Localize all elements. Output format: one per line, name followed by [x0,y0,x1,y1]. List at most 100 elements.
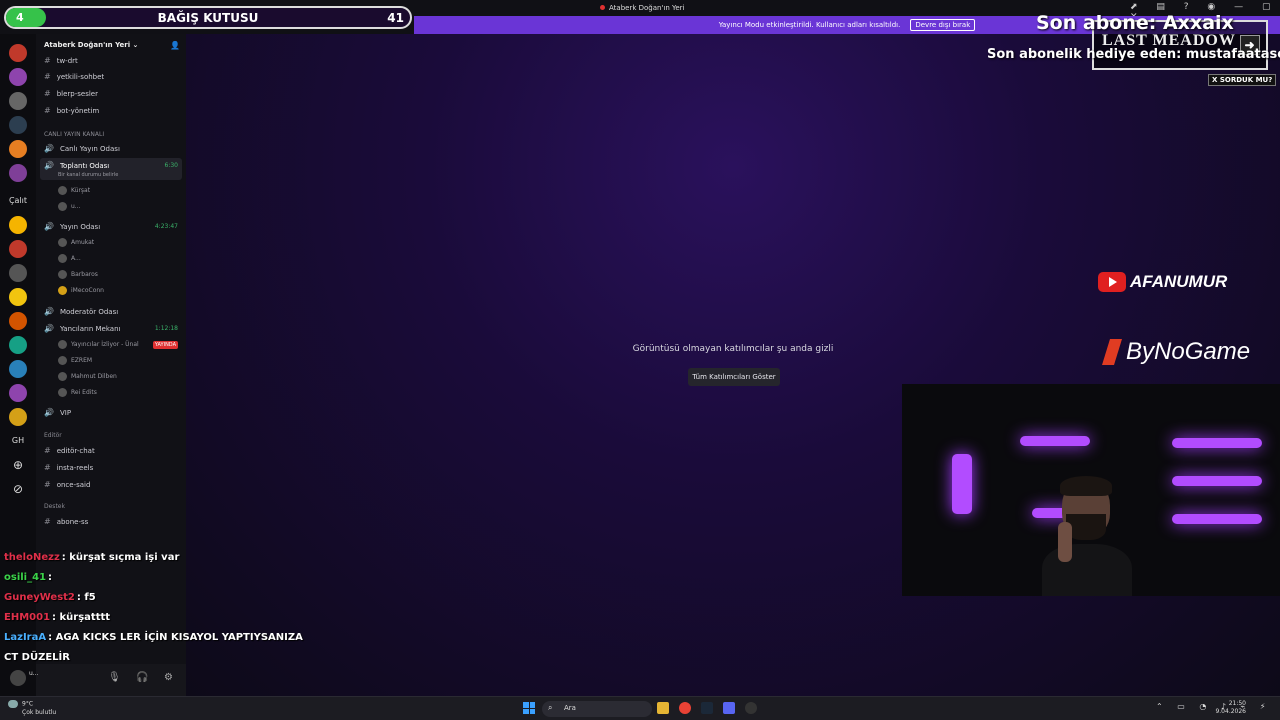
server-icon[interactable] [9,408,27,426]
avatar [58,372,67,381]
mute-mic-icon[interactable]: 🎙 [108,672,121,683]
live-badge: YAYINDA [152,341,178,349]
avatar [58,270,67,279]
voice-canli-yayin[interactable]: 🔊 Canlı Yayın Odası [44,144,120,153]
file-explorer-icon[interactable] [657,702,669,714]
channel-editor-chat[interactable]: # editör-chat [44,446,95,455]
voice-user[interactable]: Rei Edits [58,388,97,397]
voice-user[interactable]: iMecoConn [58,286,104,295]
hidden-participants-message: Görüntüsü olmayan katılımcılar şu anda g… [632,344,834,354]
chat-message: osili_41: [4,568,314,588]
chat-text: : kürşatttt [52,612,111,623]
system-tray[interactable]: ⌃ ▭ ◔ ♪ ⌁ ⚡ [1156,702,1272,711]
channel-abone-ss[interactable]: # abone-ss [44,517,88,526]
start-button[interactable] [523,702,535,714]
voice-user[interactable]: A... [58,254,81,263]
server-icon[interactable] [9,384,27,402]
server-folder-label[interactable]: Çalıt [0,196,36,205]
yancilar-time: 1:12:18 [154,325,178,332]
server-icon[interactable] [9,240,27,258]
neon-light [1172,476,1262,486]
cloud-icon [8,700,18,708]
channel-tw-drt[interactable]: # tw-drt [44,56,78,65]
chrome-icon[interactable] [679,702,691,714]
server-icon[interactable] [9,116,27,134]
taskbar-search[interactable]: ⌕ Ara [542,701,652,717]
chat-text: : AGA KICKS LER İÇİN KISAYOL YAPTIYSANIZ… [4,632,303,663]
voice-yancilar[interactable]: 🔊 Yancıların Mekanı [44,324,120,333]
steam-icon[interactable] [701,702,713,714]
voice-user[interactable]: Mahmut Dilben [58,372,117,381]
channel-once-said[interactable]: # once-said [44,480,90,489]
chat-message: GuneyWest2: f5 [4,588,314,608]
obs-icon[interactable] [745,702,757,714]
voice-user[interactable]: Kürşat [58,186,90,195]
disable-streamer-mode-button[interactable]: Devre dışı bırak [910,19,976,31]
server-header[interactable]: Ataberk Doğan'ın Yeri ⌄ [44,41,138,49]
chat-text: : kürşat sıçma işi var [61,552,180,563]
server-icon[interactable] [9,44,27,62]
bynogame-icon [1102,339,1122,365]
chat-text: : f5 [76,592,96,603]
voice-user[interactable]: u... [58,202,81,211]
category-editor[interactable]: Editör [44,432,62,439]
voice-user[interactable]: Barbaros [58,270,98,279]
user-panel: u... 🎙 🎧 ⚙ [10,664,186,696]
youtube-channel-tag: AFANUMUR [1098,272,1227,292]
voice-vip[interactable]: 🔊 VIP [44,408,71,417]
server-icon[interactable] [9,164,27,182]
voice-yayin[interactable]: 🔊 Yayın Odası [44,222,100,231]
server-icon[interactable] [9,264,27,282]
server-icon[interactable] [9,216,27,234]
voice-toplanti[interactable]: 🔊 Toplantı Odası [44,161,109,170]
last-subscriber: Son abone: Axxaix [1036,12,1234,34]
deafen-icon[interactable]: 🎧 [136,672,148,683]
user-avatar[interactable] [10,670,26,686]
show-all-participants-button[interactable]: Tüm Katılımcıları Göster [688,368,780,386]
category-live[interactable]: CANLI YAYIN KANALI [44,131,104,138]
server-icon[interactable] [9,360,27,378]
chat-username: osili_41 [4,572,47,583]
voice-user[interactable]: EZREM [58,356,92,365]
channel-bot-yonetim[interactable]: # bot-yönetim [44,106,99,115]
toplanti-time: 6:30 [164,162,178,169]
discover-icon[interactable]: ⊘ [0,482,36,496]
voice-user[interactable]: Amukat [58,238,94,247]
avatar [58,340,67,349]
streamer [1042,474,1132,596]
server-icon[interactable] [9,288,27,306]
chat-message: theloNezz: kürşat sıçma işi var [4,548,314,568]
neon-light [952,454,972,514]
server-label-gh[interactable]: GH [0,436,36,445]
chat-overlay: theloNezz: kürşat sıçma işi var osili_41:… [4,548,314,668]
voice-moderator[interactable]: 🔊 Moderatör Odası [44,307,118,316]
chat-message: LazIraA: AGA KICKS LER İÇİN KISAYOL YAPT… [4,628,314,668]
search-icon: ⌕ [548,703,553,712]
chat-username: EHM001 [4,612,51,623]
webcam-feed [902,384,1280,596]
channel-insta-reels[interactable]: # insta-reels [44,463,93,472]
recording-dot-icon [600,5,605,10]
weather-widget[interactable]: 9°C Çok bulutlu [8,700,56,717]
server-icon[interactable] [9,140,27,158]
add-server-icon[interactable]: ⊕ [0,458,36,472]
server-icon[interactable] [9,92,27,110]
chat-message: EHM001: kürşatttt [4,608,314,628]
discord-icon[interactable] [723,702,735,714]
voice-user[interactable]: Yayıncılar İzliyor - Ünal [58,340,139,349]
channel-blerp-sesler[interactable]: # blerp-sesler [44,89,98,98]
clock[interactable]: 21:50 9.04.2026 [1215,700,1246,716]
channel-yetkili-sohbet[interactable]: # yetkili-sohbet [44,72,104,81]
avatar [58,356,67,365]
category-destek[interactable]: Destek [44,503,65,510]
settings-icon[interactable]: ⚙ [164,672,173,683]
add-member-icon[interactable]: 👤 [170,41,180,50]
server-icon[interactable] [9,336,27,354]
toplanti-status[interactable]: Bir kanal durumu belirle [58,172,118,178]
avatar [58,186,67,195]
user-name: u... [29,670,39,677]
sorduk-mu-badge: X SORDUK MU? [1208,74,1277,86]
neon-light [1020,436,1090,446]
server-icon[interactable] [9,312,27,330]
server-icon[interactable] [9,68,27,86]
